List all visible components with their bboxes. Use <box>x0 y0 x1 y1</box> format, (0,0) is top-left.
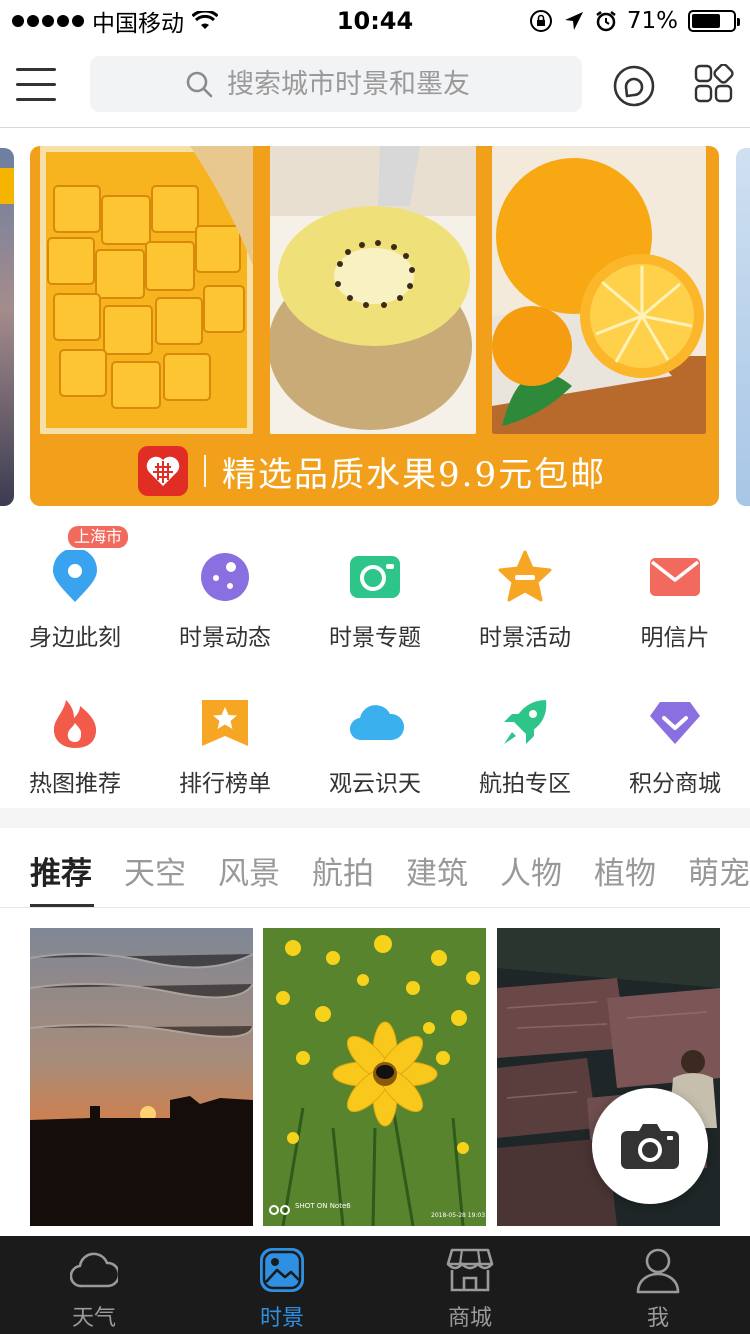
section-divider <box>0 808 750 828</box>
rotation-lock-icon <box>529 10 552 32</box>
watermark-timestamp: 2018-05-28 19:03 <box>431 1212 485 1219</box>
entry-label: 身边此刻 <box>29 625 121 651</box>
entry-label: 时景活动 <box>479 625 571 651</box>
camera-icon <box>621 1124 679 1169</box>
category-tabs: 推荐 天空 风景 航拍 建筑 人物 植物 萌宠 <box>0 828 750 908</box>
cloud-outline-icon <box>70 1252 118 1288</box>
flame-icon <box>53 700 97 748</box>
tab-label: 时景 <box>259 1306 304 1331</box>
entry-hot-photos[interactable]: 热图推荐 <box>0 666 150 797</box>
photo-card-flower[interactable]: SHOT ON Note6 2018-05-28 19:03 <box>263 928 486 1226</box>
banner-next-peek[interactable] <box>736 148 750 506</box>
entry-label: 观云识天 <box>329 771 421 797</box>
status-right: 71% <box>529 6 740 36</box>
hamburger-menu-icon[interactable] <box>16 68 56 102</box>
tab-me[interactable]: 我 <box>564 1236 750 1334</box>
user-icon <box>636 1248 680 1294</box>
promo-banner[interactable]: 精选品质水果9.9元包邮 <box>30 146 719 506</box>
bottom-tab-bar: 天气 时景 商城 我 <box>0 1236 750 1334</box>
entry-label: 时景动态 <box>179 625 271 651</box>
tab-label: 天气 <box>71 1306 116 1331</box>
entry-topics[interactable]: 时景专题 <box>300 520 450 651</box>
entry-aerial-photos[interactable]: 航拍专区 <box>450 666 600 797</box>
mango-image <box>40 146 253 434</box>
tab-architecture[interactable]: 建筑 <box>406 848 468 893</box>
tab-recommend[interactable]: 推荐 <box>30 848 92 893</box>
tab-shop[interactable]: 商城 <box>376 1236 564 1334</box>
tab-label: 商城 <box>447 1306 492 1331</box>
envelope-icon <box>650 558 700 596</box>
camera-card-icon <box>350 556 400 598</box>
photo-icon <box>260 1248 304 1292</box>
watermark-device: SHOT ON Note6 <box>295 1202 351 1210</box>
entry-label: 积分商城 <box>629 771 721 797</box>
battery-level <box>692 14 721 28</box>
alarm-icon <box>596 11 616 32</box>
entry-cloud-spotting[interactable]: 观云识天 <box>300 666 450 797</box>
tab-sky[interactable]: 天空 <box>124 848 186 893</box>
battery-icon <box>688 10 740 32</box>
location-arrow-icon <box>564 12 583 30</box>
tab-aerial[interactable]: 航拍 <box>312 848 374 893</box>
battery-percent: 71% <box>626 8 678 34</box>
tab-scenes[interactable]: 时景 <box>188 1236 376 1334</box>
diamond-icon <box>650 702 700 744</box>
cloud-icon <box>349 705 405 741</box>
rocket-icon <box>504 700 547 744</box>
entry-label: 排行榜单 <box>179 771 271 797</box>
tab-label: 我 <box>646 1306 669 1331</box>
kiwi-image <box>270 146 476 434</box>
entry-nearby-now[interactable]: 上海市 身边此刻 <box>0 520 150 651</box>
entry-rankings[interactable]: 排行榜单 <box>150 666 300 797</box>
quick-entry-grid: 上海市 身边此刻 时景动态 时景专题 时景活动 明信片 热图推荐 排行榜单 观云… <box>0 520 750 806</box>
search-icon <box>186 71 213 98</box>
entry-points-mall[interactable]: 积分商城 <box>600 666 750 797</box>
star-badge-icon <box>498 550 552 602</box>
camera-button[interactable] <box>592 1088 708 1204</box>
photo-card-sunset[interactable] <box>30 928 253 1226</box>
status-bar: 中国移动 10:44 71% <box>0 0 750 40</box>
banner-caption-text: 精选品质水果9.9元包邮 <box>222 454 607 495</box>
planet-icon <box>201 553 249 601</box>
grid-apps-icon[interactable] <box>694 64 734 104</box>
banner-prev-peek[interactable] <box>0 148 14 506</box>
tab-people[interactable]: 人物 <box>500 848 562 893</box>
entry-moments-feed[interactable]: 时景动态 <box>150 520 300 651</box>
tab-pets[interactable]: 萌宠 <box>688 848 750 893</box>
top-nav <box>0 40 750 128</box>
active-tab-indicator <box>30 904 94 907</box>
location-pin-icon <box>53 550 97 602</box>
ranking-star-icon <box>202 700 248 746</box>
orange-image <box>492 146 706 434</box>
search-input[interactable] <box>227 68 487 100</box>
banner-caption: 精选品质水果9.9元包邮 <box>138 446 606 496</box>
entry-label: 热图推荐 <box>29 771 121 797</box>
entry-label: 明信片 <box>640 625 710 651</box>
entry-postcards[interactable]: 明信片 <box>600 520 750 651</box>
shop-icon <box>446 1248 494 1292</box>
tab-plants[interactable]: 植物 <box>594 848 656 893</box>
search-bar[interactable] <box>90 56 582 112</box>
caption-divider <box>204 455 206 487</box>
tab-weather[interactable]: 天气 <box>0 1236 188 1334</box>
entry-activities[interactable]: 时景活动 <box>450 520 600 651</box>
chat-bubble-icon[interactable] <box>612 64 656 108</box>
entry-label: 航拍专区 <box>479 771 571 797</box>
tab-scenery[interactable]: 风景 <box>218 848 280 893</box>
location-badge: 上海市 <box>68 526 129 548</box>
entry-label: 时景专题 <box>329 625 421 651</box>
pinduoduo-logo-icon <box>138 446 188 496</box>
